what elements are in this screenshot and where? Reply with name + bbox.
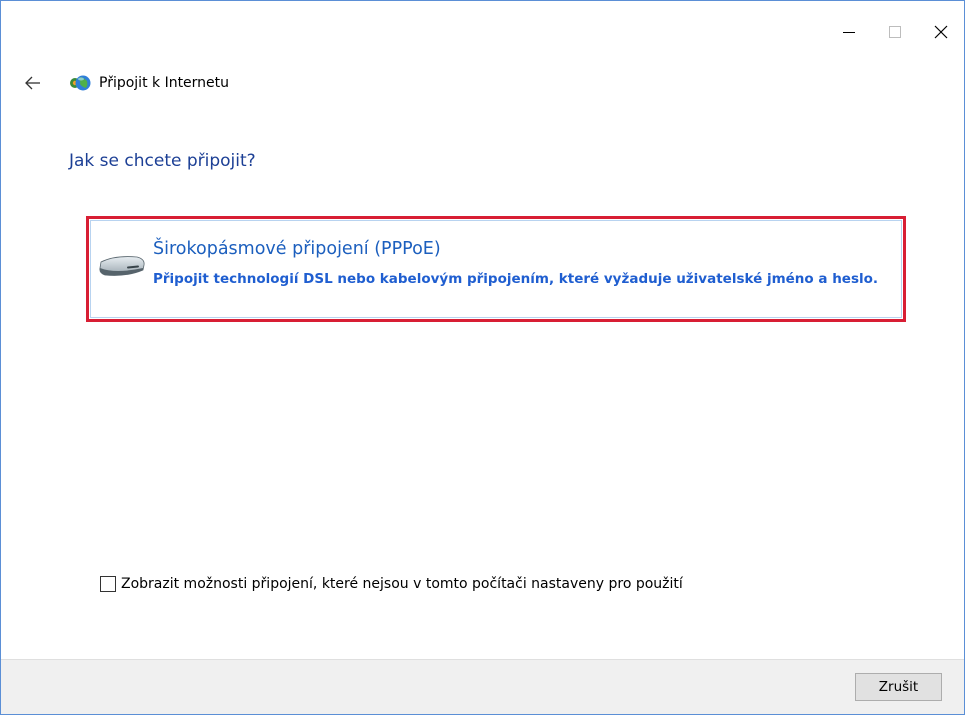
option-title: Širokopásmové připojení (PPPoE): [153, 239, 441, 259]
close-button[interactable]: [918, 1, 964, 63]
navigation-row: Připojit k Internetu: [1, 63, 964, 103]
window-controls: [826, 1, 964, 63]
minimize-icon: [843, 32, 855, 33]
show-options-checkbox-row[interactable]: Zobrazit možnosti připojení, které nejso…: [100, 574, 683, 594]
wizard-title: Připojit k Internetu: [99, 75, 230, 91]
option-description: Připojit technologií DSL nebo kabelovým …: [153, 271, 879, 287]
close-icon: [934, 25, 948, 39]
maximize-icon: [889, 26, 901, 38]
back-arrow-icon: [25, 76, 40, 90]
network-globe-icon: [70, 75, 91, 91]
page-heading: Jak se chcete připojit?: [69, 151, 256, 171]
back-button[interactable]: [19, 69, 47, 97]
wizard-window: Připojit k Internetu Jak se chcete připo…: [0, 0, 965, 715]
title-bar[interactable]: [1, 1, 964, 63]
show-options-checkbox[interactable]: [100, 576, 116, 592]
option-broadband-pppoe[interactable]: Širokopásmové připojení (PPPoE) Připojit…: [86, 216, 906, 322]
maximize-button[interactable]: [872, 1, 918, 63]
minimize-button[interactable]: [826, 1, 872, 63]
cancel-button[interactable]: Zrušit: [855, 673, 942, 701]
broadband-modem-icon: [99, 256, 145, 276]
show-options-label[interactable]: Zobrazit možnosti připojení, které nejso…: [121, 574, 683, 594]
footer-bar: Zrušit: [1, 659, 964, 714]
